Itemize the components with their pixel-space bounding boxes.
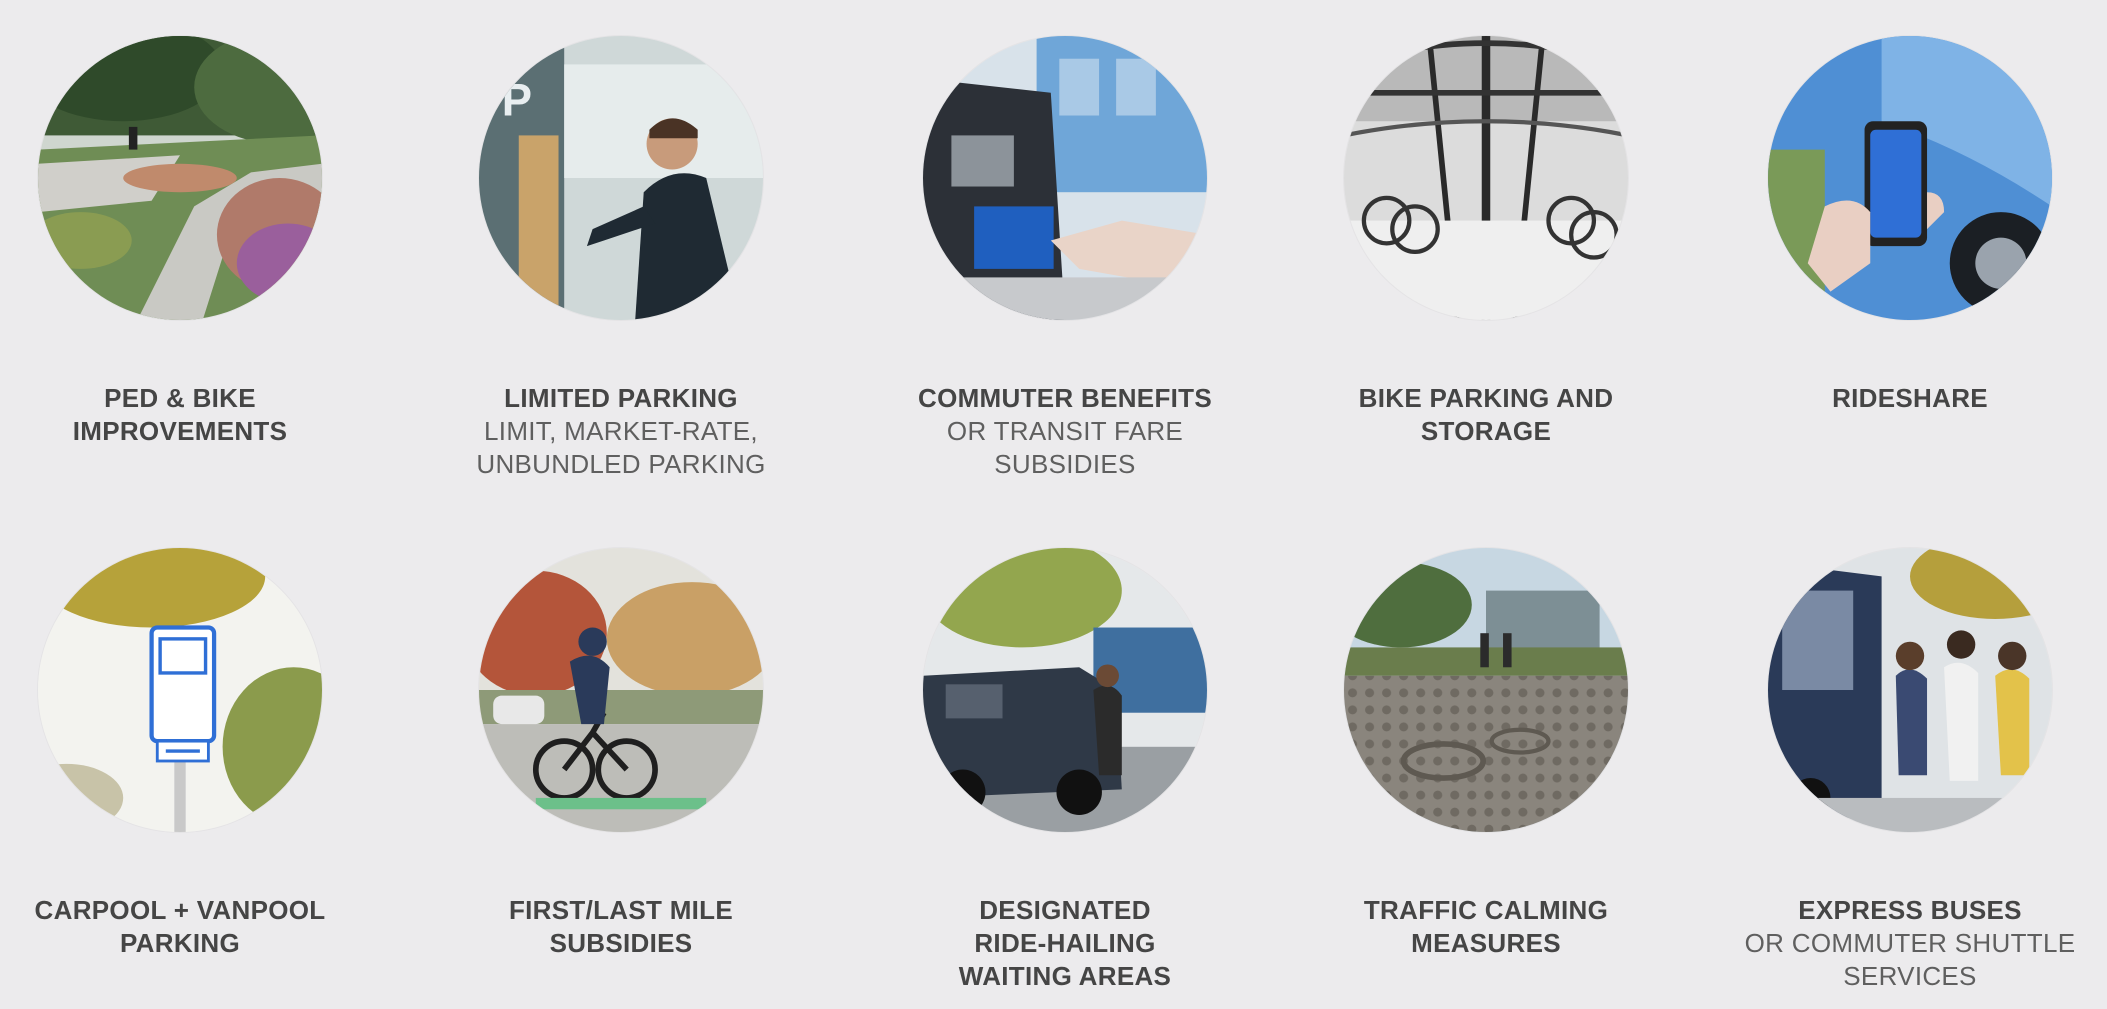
tile-title: BIKE PARKING AND [1358, 383, 1614, 413]
tile-title-line2: STORAGE [1420, 416, 1552, 446]
tile-title: RIDESHARE [1832, 383, 1988, 413]
tile-title-line2: IMPROVEMENTS [72, 416, 288, 446]
tile-ride-hailing: DESIGNATED RIDE-HAILING WAITING AREAS [855, 548, 1275, 991]
tile-subtitle-line2: SUBSIDIES [994, 449, 1136, 479]
walkway-photo-icon [38, 36, 322, 320]
tile-traffic-calming: TRAFFIC CALMING MEASURES [1276, 548, 1696, 958]
tile-subtitle-line2: SERVICES [1843, 961, 1977, 991]
tile-title-line2: MEASURES [1411, 928, 1561, 958]
shuttle-bus-photo-icon [1768, 548, 2052, 832]
tile-title-line2: SUBSIDIES [549, 928, 693, 958]
tile-title-line2: RIDE-HAILING [974, 928, 1156, 958]
phone-app-photo-icon [1768, 36, 2052, 320]
svg-text:P: P [502, 75, 532, 126]
tile-limited-parking: P LIMITED PARKING LIMIT, MARKET-RATE, UN… [411, 36, 831, 479]
tile-label: EXPRESS BUSES OR COMMUTER SHUTTLE SERVIC… [1700, 894, 2107, 993]
tile-label: PED & BIKE IMPROVEMENTS [0, 382, 390, 448]
tile-title-line3: WAITING AREAS [958, 961, 1172, 991]
paved-plaza-photo-icon [1344, 548, 1628, 832]
tile-title: CARPOOL + VANPOOL [34, 895, 326, 925]
tile-title: TRAFFIC CALMING [1363, 895, 1609, 925]
tile-label: DESIGNATED RIDE-HAILING WAITING AREAS [855, 894, 1275, 993]
ride-hailing-photo-icon [923, 548, 1207, 832]
strategy-grid: PED & BIKE IMPROVEMENTS P LIMITED PARKIN… [0, 0, 2107, 1009]
bike-shelter-photo-icon [1344, 36, 1628, 320]
tile-title-line2: PARKING [119, 928, 241, 958]
tile-first-last-mile: FIRST/LAST MILE SUBSIDIES [411, 548, 831, 958]
tile-label: BIKE PARKING AND STORAGE [1276, 382, 1696, 448]
tile-ped-bike: PED & BIKE IMPROVEMENTS [0, 36, 390, 446]
tile-title: PED & BIKE [104, 383, 256, 413]
tile-label: FIRST/LAST MILE SUBSIDIES [411, 894, 831, 960]
fare-card-photo-icon [923, 36, 1207, 320]
cyclist-photo-icon [479, 548, 763, 832]
tile-title: FIRST/LAST MILE [508, 895, 734, 925]
tile-label: LIMITED PARKING LIMIT, MARKET-RATE, UNBU… [411, 382, 831, 481]
tile-bike-parking: BIKE PARKING AND STORAGE [1276, 36, 1696, 446]
tile-label: TRAFFIC CALMING MEASURES [1276, 894, 1696, 960]
tile-label: CARPOOL + VANPOOL PARKING [0, 894, 390, 960]
tile-label: COMMUTER BENEFITS OR TRANSIT FARE SUBSID… [855, 382, 1275, 481]
tile-subtitle: LIMIT, MARKET-RATE, [484, 416, 758, 446]
tile-commuter-benefits: COMMUTER BENEFITS OR TRANSIT FARE SUBSID… [855, 36, 1275, 479]
tile-title: DESIGNATED [979, 895, 1151, 925]
tile-title: COMMUTER BENEFITS [918, 383, 1212, 413]
tile-title: LIMITED PARKING [504, 383, 738, 413]
tile-title: EXPRESS BUSES [1798, 895, 2022, 925]
carpool-sign-photo-icon [38, 548, 322, 832]
tile-label: RIDESHARE [1700, 382, 2107, 415]
parking-meter-photo-icon: P [479, 36, 763, 320]
tile-express-buses: EXPRESS BUSES OR COMMUTER SHUTTLE SERVIC… [1700, 548, 2107, 991]
tile-rideshare: RIDESHARE [1700, 36, 2107, 413]
tile-subtitle: OR TRANSIT FARE [946, 416, 1184, 446]
tile-subtitle-line2: UNBUNDLED PARKING [476, 449, 766, 479]
tile-carpool-parking: CARPOOL + VANPOOL PARKING [0, 548, 390, 958]
tile-subtitle: OR COMMUTER SHUTTLE [1744, 928, 2076, 958]
